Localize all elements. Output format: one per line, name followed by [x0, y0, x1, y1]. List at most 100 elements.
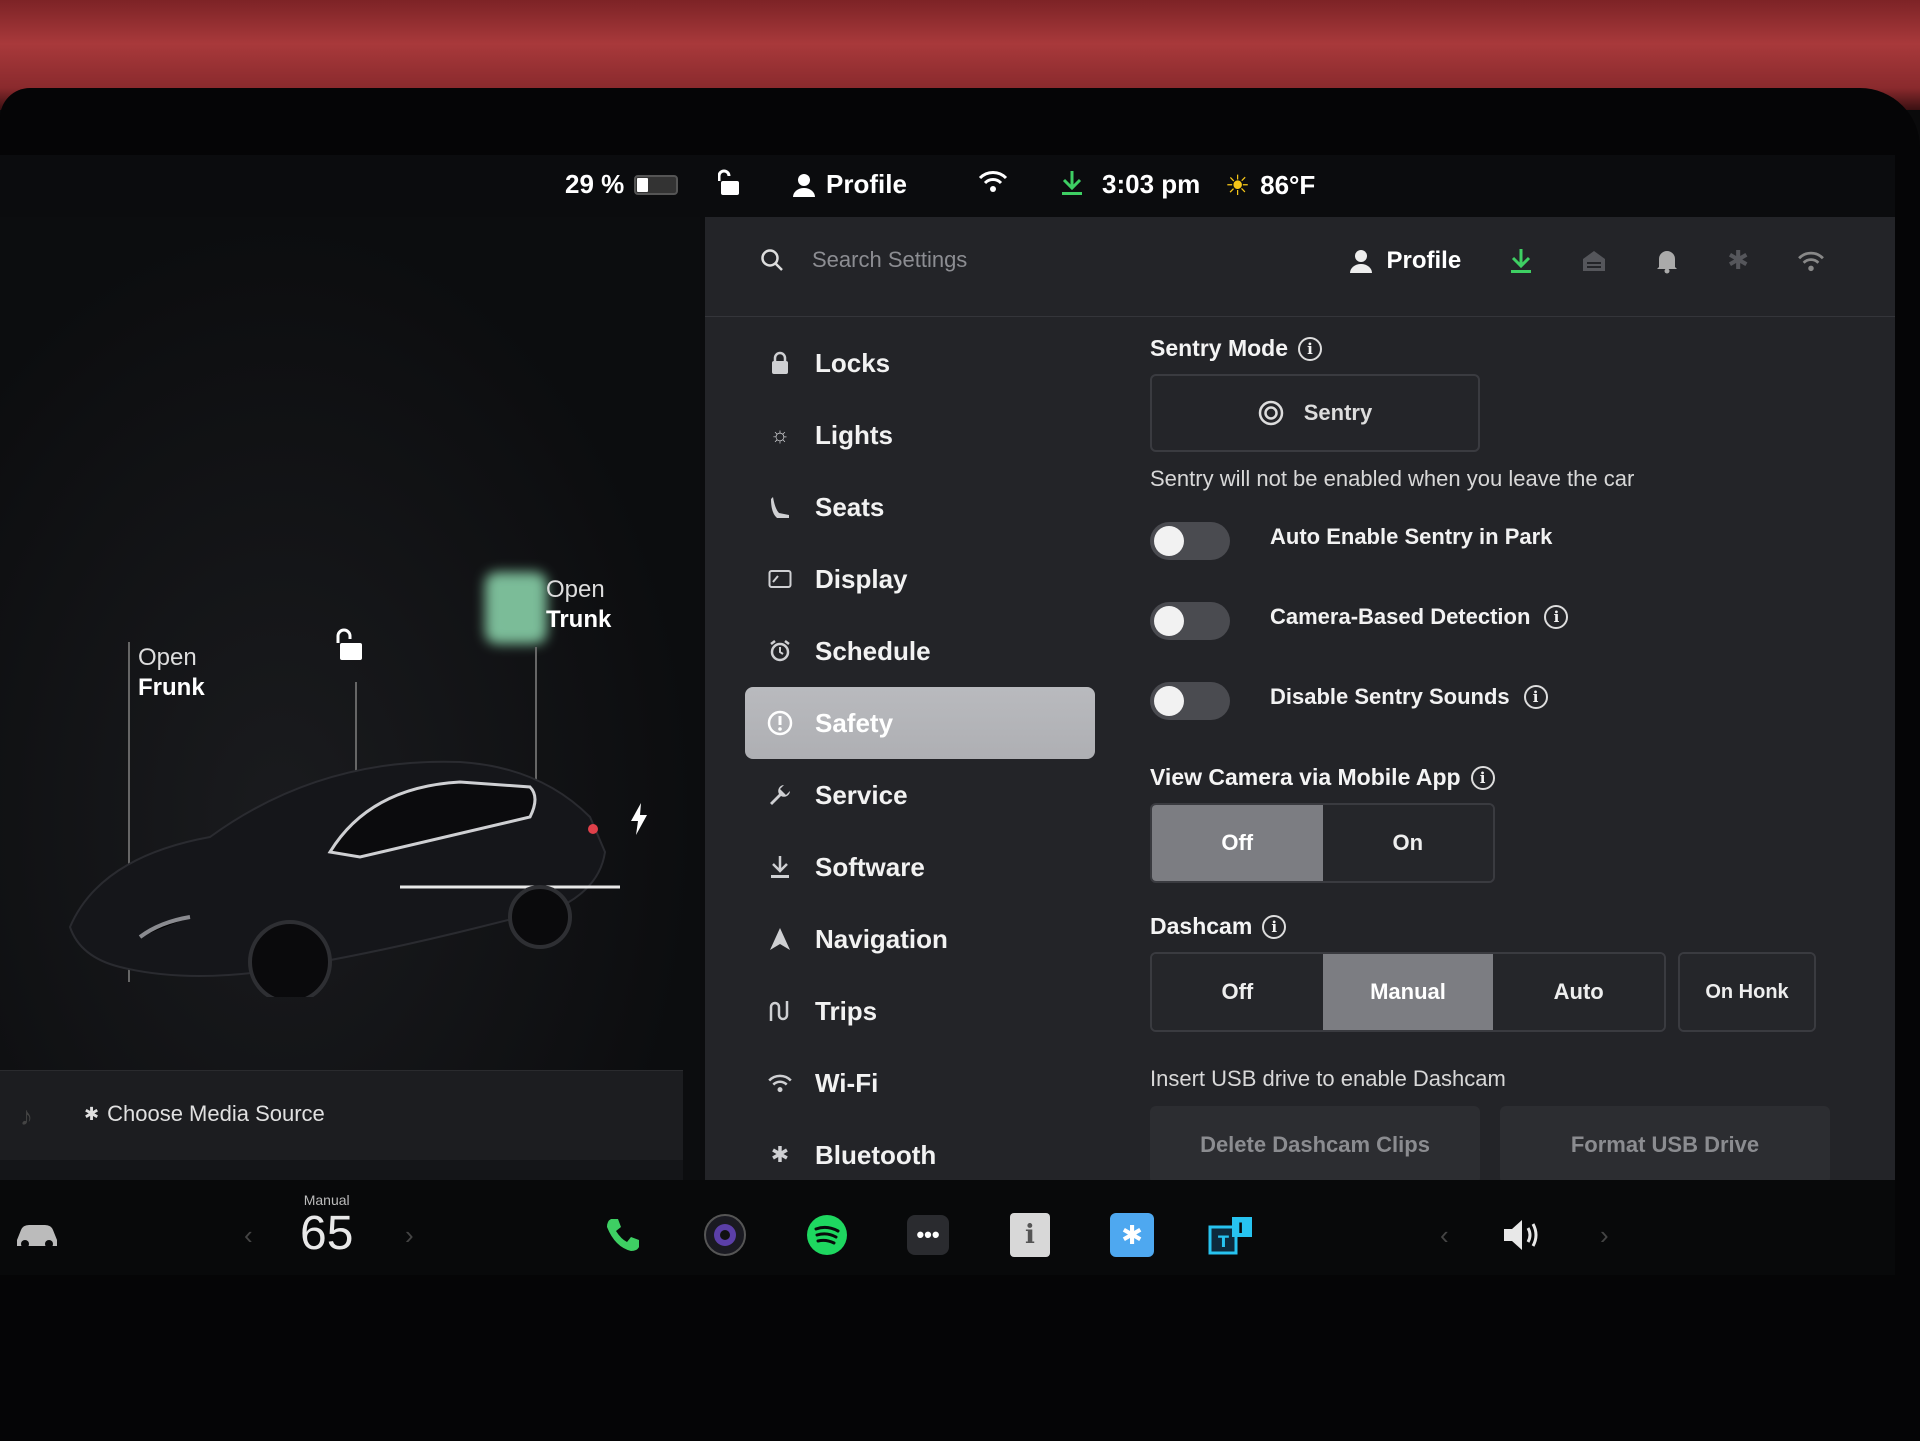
sidebar-item-locks[interactable]: Locks [745, 327, 1095, 399]
sentry-note: Sentry will not be enabled when you leav… [1150, 466, 1635, 491]
svg-text:I: I [1238, 1221, 1243, 1237]
info-icon[interactable]: i [1523, 685, 1548, 709]
option-manual[interactable]: Manual [1322, 954, 1494, 1030]
camera-app-icon[interactable] [700, 1210, 750, 1260]
open-frunk-button[interactable]: Open Frunk [138, 643, 205, 703]
download-icon [767, 854, 793, 880]
bluetooth-app-icon[interactable]: ✱ [1107, 1210, 1157, 1260]
light-icon: ☼ [769, 422, 791, 447]
sidebar-item-software[interactable]: Software [745, 831, 1095, 903]
dashcam-label: Dashcam [1150, 913, 1253, 939]
dashcam-options-row: Off Manual Auto On Honk [1150, 952, 1870, 1032]
wifi-icon[interactable] [1797, 250, 1825, 272]
on-honk-option[interactable]: On Honk [1678, 952, 1816, 1032]
on-honk-label: On Honk [1680, 954, 1814, 1030]
sentry-mode-label: Sentry Mode [1150, 335, 1289, 361]
header-profile-label: Profile [1386, 246, 1462, 274]
car-icon[interactable] [12, 1210, 62, 1260]
info-icon[interactable]: i [1544, 605, 1569, 629]
sentry-button[interactable]: Sentry [1150, 374, 1480, 452]
option-off[interactable]: Off [1152, 805, 1323, 881]
info-icon[interactable]: i [1298, 336, 1323, 361]
battery-percent: 29 % [565, 169, 625, 199]
media-source-bar[interactable]: ♪ ✱ Choose Media Source [0, 1070, 683, 1160]
volume-down-chevron-icon[interactable]: ‹ [1440, 1220, 1449, 1251]
header-profile[interactable]: Profile [1349, 246, 1462, 275]
sidebar-item-service[interactable]: Service [745, 759, 1095, 831]
frunk-label-line2: Frunk [138, 674, 205, 701]
toggle-label-text: Camera-Based Detection [1270, 604, 1531, 629]
trunk-glow [485, 572, 547, 644]
safety-icon [767, 710, 793, 736]
search-input[interactable]: Search Settings [812, 247, 967, 273]
download-icon[interactable] [1509, 247, 1533, 275]
notification-bell-icon[interactable] [1655, 248, 1679, 274]
weather: ☀ 86°F [1225, 169, 1315, 202]
sidebar-item-label: Display [815, 563, 908, 594]
spotify-icon[interactable] [802, 1210, 852, 1260]
charge-port-icon[interactable] [628, 802, 650, 841]
trunk-label-line2: Trunk [546, 606, 612, 633]
toggle-switch[interactable] [1150, 522, 1230, 560]
wrench-icon [767, 782, 793, 808]
volume-icon[interactable] [1498, 1210, 1548, 1260]
media-source-label: Choose Media Source [107, 1101, 325, 1126]
temperature: 86°F [1260, 170, 1316, 200]
sentry-mode-title: Sentry Mode i [1150, 335, 1870, 362]
info-icon[interactable]: i [1470, 765, 1495, 790]
manual-app-icon[interactable]: i [1005, 1210, 1055, 1260]
bluetooth-icon[interactable]: ✱ [1727, 245, 1749, 276]
download-status-icon[interactable] [1060, 169, 1084, 197]
sidebar-item-label: Software [815, 851, 925, 882]
sidebar-item-schedule[interactable]: Schedule [745, 615, 1095, 687]
sidebar-item-wifi[interactable]: Wi-Fi [745, 1047, 1095, 1119]
more-apps-icon[interactable]: ••• [903, 1210, 953, 1260]
sidebar-item-display[interactable]: Display [745, 543, 1095, 615]
sidebar-item-label: Safety [815, 707, 894, 738]
sidebar-item-safety[interactable]: Safety [745, 687, 1095, 759]
volume-up-chevron-icon[interactable]: › [1600, 1220, 1609, 1251]
info-icon[interactable]: i [1262, 914, 1287, 939]
toggle-switch[interactable] [1150, 682, 1230, 720]
sidebar-item-seats[interactable]: Seats [745, 471, 1095, 543]
speed-increase-chevron-icon[interactable]: › [405, 1220, 414, 1251]
sidebar-item-trips[interactable]: Trips [745, 975, 1095, 1047]
option-off[interactable]: Off [1152, 954, 1323, 1030]
svg-text:T: T [1218, 1232, 1229, 1251]
sidebar-item-navigation[interactable]: Navigation [745, 903, 1095, 975]
toybox-app-icon[interactable]: TI [1208, 1210, 1258, 1260]
wifi-status-icon [978, 169, 1008, 193]
sidebar-item-label: Navigation [815, 923, 948, 954]
phone-icon[interactable] [598, 1210, 648, 1260]
toggle-label-text: Disable Sentry Sounds [1270, 684, 1510, 709]
speed-decrease-chevron-icon[interactable]: ‹ [244, 1220, 253, 1251]
sidebar-item-label: Trips [815, 995, 878, 1026]
option-auto[interactable]: Auto [1493, 954, 1664, 1030]
car-unlock-icon[interactable] [336, 627, 368, 668]
format-usb-drive-button[interactable]: Format USB Drive [1500, 1106, 1830, 1184]
speed-control[interactable]: Manual 65 [300, 1192, 353, 1260]
clock: 3:03 pm [1102, 169, 1200, 200]
status-profile[interactable]: Profile [792, 169, 907, 200]
header-icons: Profile ✱ [1349, 245, 1825, 276]
option-on[interactable]: On [1322, 805, 1493, 881]
trips-icon [767, 998, 793, 1024]
search-settings[interactable]: Search Settings [760, 247, 967, 273]
bluetooth-icon: ✱ [770, 1142, 790, 1167]
garage-icon[interactable] [1581, 249, 1607, 273]
status-profile-label: Profile [826, 169, 907, 199]
delete-dashcam-clips-button[interactable]: Delete Dashcam Clips [1150, 1106, 1480, 1184]
unlock-status-icon[interactable] [718, 169, 744, 197]
open-trunk-button[interactable]: Open Trunk [546, 575, 611, 635]
toggle-row: Camera-Based Detection i [1150, 602, 1870, 682]
sentry-button-label: Sentry [1303, 400, 1373, 425]
frunk-label-line1: Open [138, 644, 197, 671]
sidebar-item-label: Service [815, 779, 908, 810]
touchscreen: 29 % Profile 3:03 pm ☀ 86°F Open Frunk O… [0, 155, 1895, 1275]
settings-panel: Search Settings Profile ✱ Locks ☼ Lights Se… [705, 217, 1895, 1242]
toggle-switch[interactable] [1150, 602, 1230, 640]
search-icon [761, 249, 783, 271]
status-bar: 29 % Profile 3:03 pm ☀ 86°F [0, 155, 1895, 217]
profile-icon [793, 173, 815, 197]
sidebar-item-lights[interactable]: ☼ Lights [745, 399, 1095, 471]
